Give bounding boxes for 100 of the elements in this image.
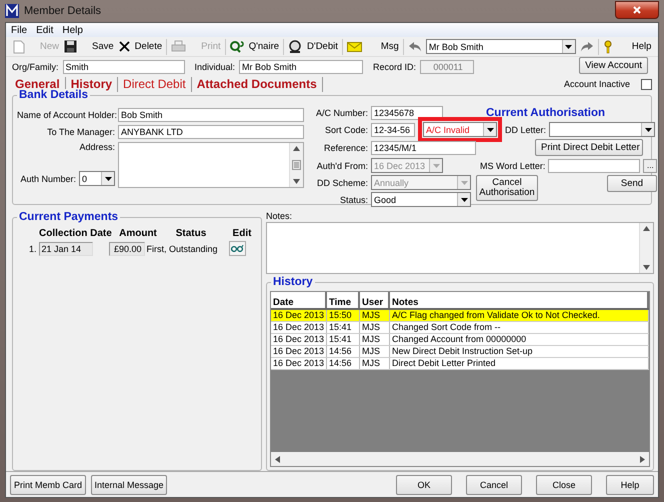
footer-button[interactable]: Print Memb Card (10, 474, 86, 494)
field-label: DD Letter: (505, 124, 546, 134)
ms-word-letter-field[interactable] (548, 158, 640, 172)
column-header: Status (174, 228, 208, 239)
tab[interactable]: Direct Debit (118, 76, 192, 92)
individual-field[interactable]: Mr Bob Smith (239, 60, 364, 74)
dd-letter-dropdown[interactable] (549, 122, 656, 137)
field-label: Address: (79, 142, 115, 152)
auth-number-dropdown[interactable]: 0 (79, 171, 115, 186)
payment-status: First, Outstanding (146, 244, 219, 254)
column-header: Collection Date (39, 228, 113, 239)
tab[interactable]: Attached Documents (192, 76, 323, 92)
account-number-field[interactable]: 12345678 (371, 106, 443, 120)
key-icon (602, 40, 613, 54)
column-header: Edit (232, 228, 252, 239)
new-document-icon (13, 40, 25, 54)
scroll-thumb-icon[interactable] (292, 160, 301, 170)
delete-cross-icon (118, 41, 130, 52)
cancel-authorisation-button[interactable]: Cancel Authorisation (476, 175, 538, 201)
record-id-field[interactable]: 000011 (420, 60, 474, 74)
back-arrow-icon (408, 40, 422, 52)
scroll-down-arrow-icon[interactable] (293, 179, 300, 184)
forward-arrow-icon (580, 40, 594, 52)
footer-button[interactable]: OK (396, 474, 452, 494)
edit-button[interactable] (228, 241, 246, 256)
scroll-right-arrow-icon[interactable] (640, 456, 645, 462)
collection-date-field: 21 Jan 14 (38, 242, 93, 256)
section-title: Current Authorisation (486, 107, 606, 119)
footer-button[interactable]: Internal Message (91, 474, 167, 494)
footer-button[interactable]: Cancel (466, 474, 522, 494)
table-cell: MJS (360, 322, 390, 333)
scroll-left-arrow-icon[interactable] (275, 456, 280, 462)
address-field[interactable] (118, 142, 304, 188)
app-logo-icon (5, 4, 19, 18)
table-cell: A/C Flag changed from Validate Ok to Not Checked. (390, 310, 649, 321)
table-cell: 14:56 (327, 346, 360, 357)
print-letter-button[interactable]: Print Direct Debit Letter (535, 139, 643, 156)
browse-button[interactable]: ... (643, 158, 658, 172)
history-row[interactable]: 16 Dec 2013 14:56 MJS Direct Debit Letter Printed (271, 358, 649, 370)
scroll-down-arrow-icon[interactable] (643, 265, 650, 270)
scroll-up-arrow-icon[interactable] (643, 226, 650, 231)
toolbar-button[interactable]: Q'naire (228, 38, 280, 54)
table-cell: MJS (360, 334, 390, 345)
table-cell: 15:50 (327, 310, 360, 321)
questionnaire-icon (230, 40, 244, 53)
table-cell: 16 Dec 2013 (271, 334, 327, 345)
printer-icon (171, 40, 186, 53)
toolbar-button[interactable]: Delete (118, 38, 164, 54)
member-select[interactable]: Mr Bob Smith (426, 39, 576, 54)
close-button[interactable] (615, 0, 659, 18)
group-title: Bank Details (17, 89, 90, 101)
footer-button[interactable]: Help (606, 474, 654, 494)
menu-item[interactable]: Help (62, 24, 83, 36)
column-header: Date (271, 292, 327, 308)
dropdown-arrow-icon (486, 128, 494, 132)
history-row[interactable]: 16 Dec 2013 15:41 MJS Changed Account from 00000000 (271, 334, 649, 346)
scroll-up-arrow-icon[interactable] (293, 146, 300, 151)
reference-field[interactable]: 12345/M/1 (371, 140, 476, 154)
window-title: Member Details (24, 5, 102, 17)
account-holder-field[interactable]: Bob Smith (118, 108, 304, 122)
view-account-button[interactable]: View Account (579, 57, 648, 74)
row-number: 1. (29, 244, 37, 254)
table-cell: 16 Dec 2013 (271, 310, 327, 321)
dropdown-arrow-icon (104, 176, 112, 180)
checkbox-label: Account Inactive (564, 79, 630, 89)
toolbar-button[interactable]: D'Debit (287, 38, 339, 54)
field-label: Auth'd From: (316, 160, 368, 170)
scrollbar[interactable] (289, 143, 303, 187)
scrollbar[interactable] (271, 452, 649, 466)
field-label: Auth Number: (20, 174, 76, 184)
field-label: DD Scheme: (316, 178, 368, 188)
amount-field: £90.00 (108, 242, 145, 256)
scrollbar[interactable] (639, 223, 653, 273)
notes-field[interactable] (266, 222, 654, 274)
table-cell: Changed Account from 00000000 (390, 334, 649, 345)
table-cell: Direct Debit Letter Printed (390, 358, 649, 369)
send-button[interactable]: Send (607, 175, 657, 192)
column-header: Amount (118, 228, 158, 239)
toolbar-button[interactable]: Save (63, 38, 115, 54)
footer-button[interactable]: Close (536, 474, 592, 494)
table-cell: New Direct Debit Instruction Set-up (390, 346, 649, 357)
field-label: MS Word Letter: (480, 160, 546, 170)
sort-code-field[interactable]: 12-34-56 (371, 122, 415, 136)
history-row[interactable]: 16 Dec 2013 15:50 MJS A/C Flag changed from Validate Ok to Not Checked. (271, 310, 649, 322)
table-cell: Changed Sort Code from -- (390, 322, 649, 333)
org-family-field[interactable]: Smith (62, 60, 185, 74)
account-flag-dropdown[interactable]: A/C Invalid (423, 122, 497, 137)
coin-icon (288, 40, 302, 54)
dropdown-arrow-icon (460, 180, 468, 184)
menu-item[interactable]: Edit (36, 24, 54, 36)
menu-item[interactable]: File (11, 24, 28, 36)
history-row[interactable]: 16 Dec 2013 14:56 MJS New Direct Debit Instruction Set-up (271, 346, 649, 358)
dropdown-arrow-icon (565, 44, 572, 48)
manager-field[interactable]: ANYBANK LTD (118, 125, 304, 139)
column-header: User (360, 292, 390, 308)
toolbar-button[interactable]: Msg (346, 38, 400, 54)
history-row[interactable]: 16 Dec 2013 15:41 MJS Changed Sort Code from -- (271, 322, 649, 334)
table-cell: 14:56 (327, 358, 360, 369)
status-dropdown[interactable]: Good (371, 192, 471, 207)
toolbar-button[interactable]: Help (602, 38, 652, 54)
